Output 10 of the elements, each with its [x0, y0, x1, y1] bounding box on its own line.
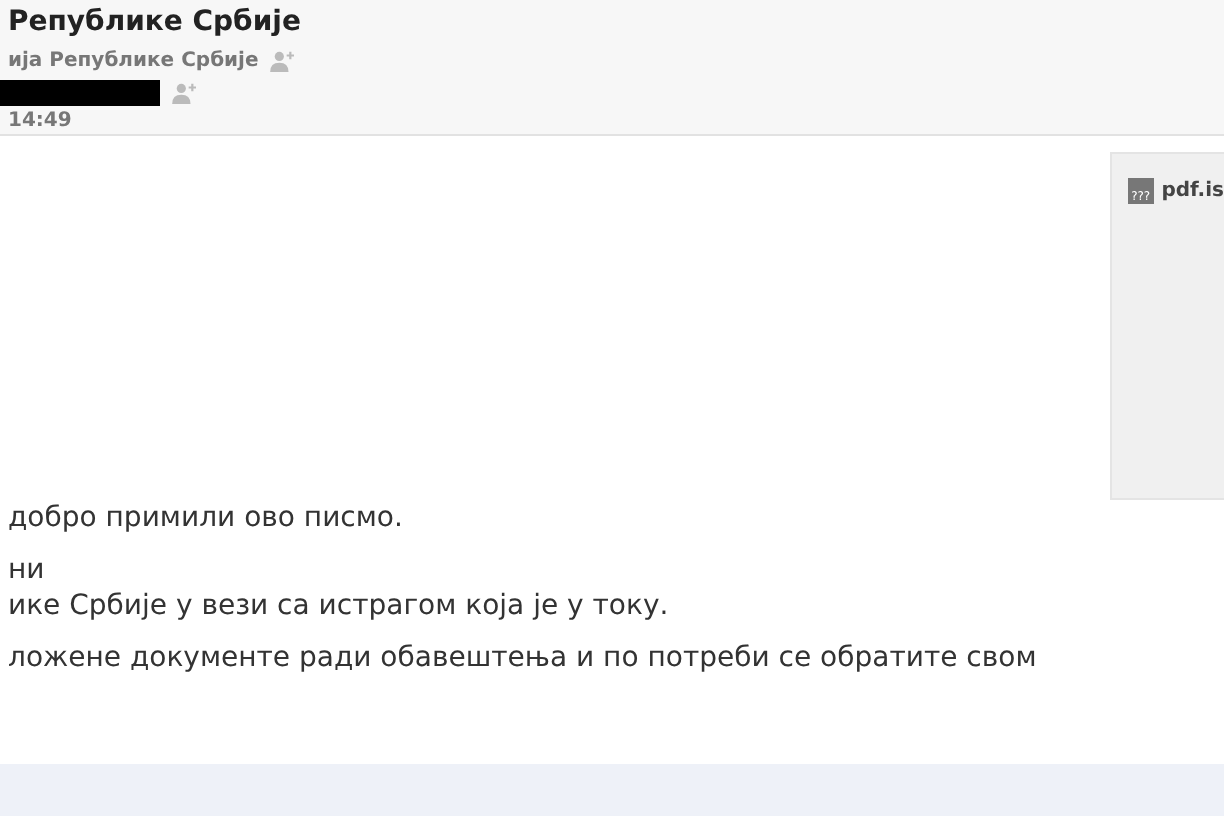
body-text: ложене документе ради обавештења и по потреби се обратите свом — [8, 640, 1039, 676]
message-time: 14:49 — [8, 110, 74, 132]
body-text: добро примили ово писмо. — [8, 500, 405, 536]
sender-name[interactable]: ија Републике Србије — [8, 50, 259, 72]
message-subject: Републике Србије — [8, 4, 303, 40]
add-contact-icon[interactable] — [270, 50, 297, 72]
attachment-name[interactable]: pdf.is — [1161, 180, 1224, 202]
add-contact-icon[interactable] — [172, 82, 198, 104]
body-text: ни — [8, 552, 47, 588]
body-text: ике Србије у вези са истрагом која је у току. — [8, 588, 671, 624]
